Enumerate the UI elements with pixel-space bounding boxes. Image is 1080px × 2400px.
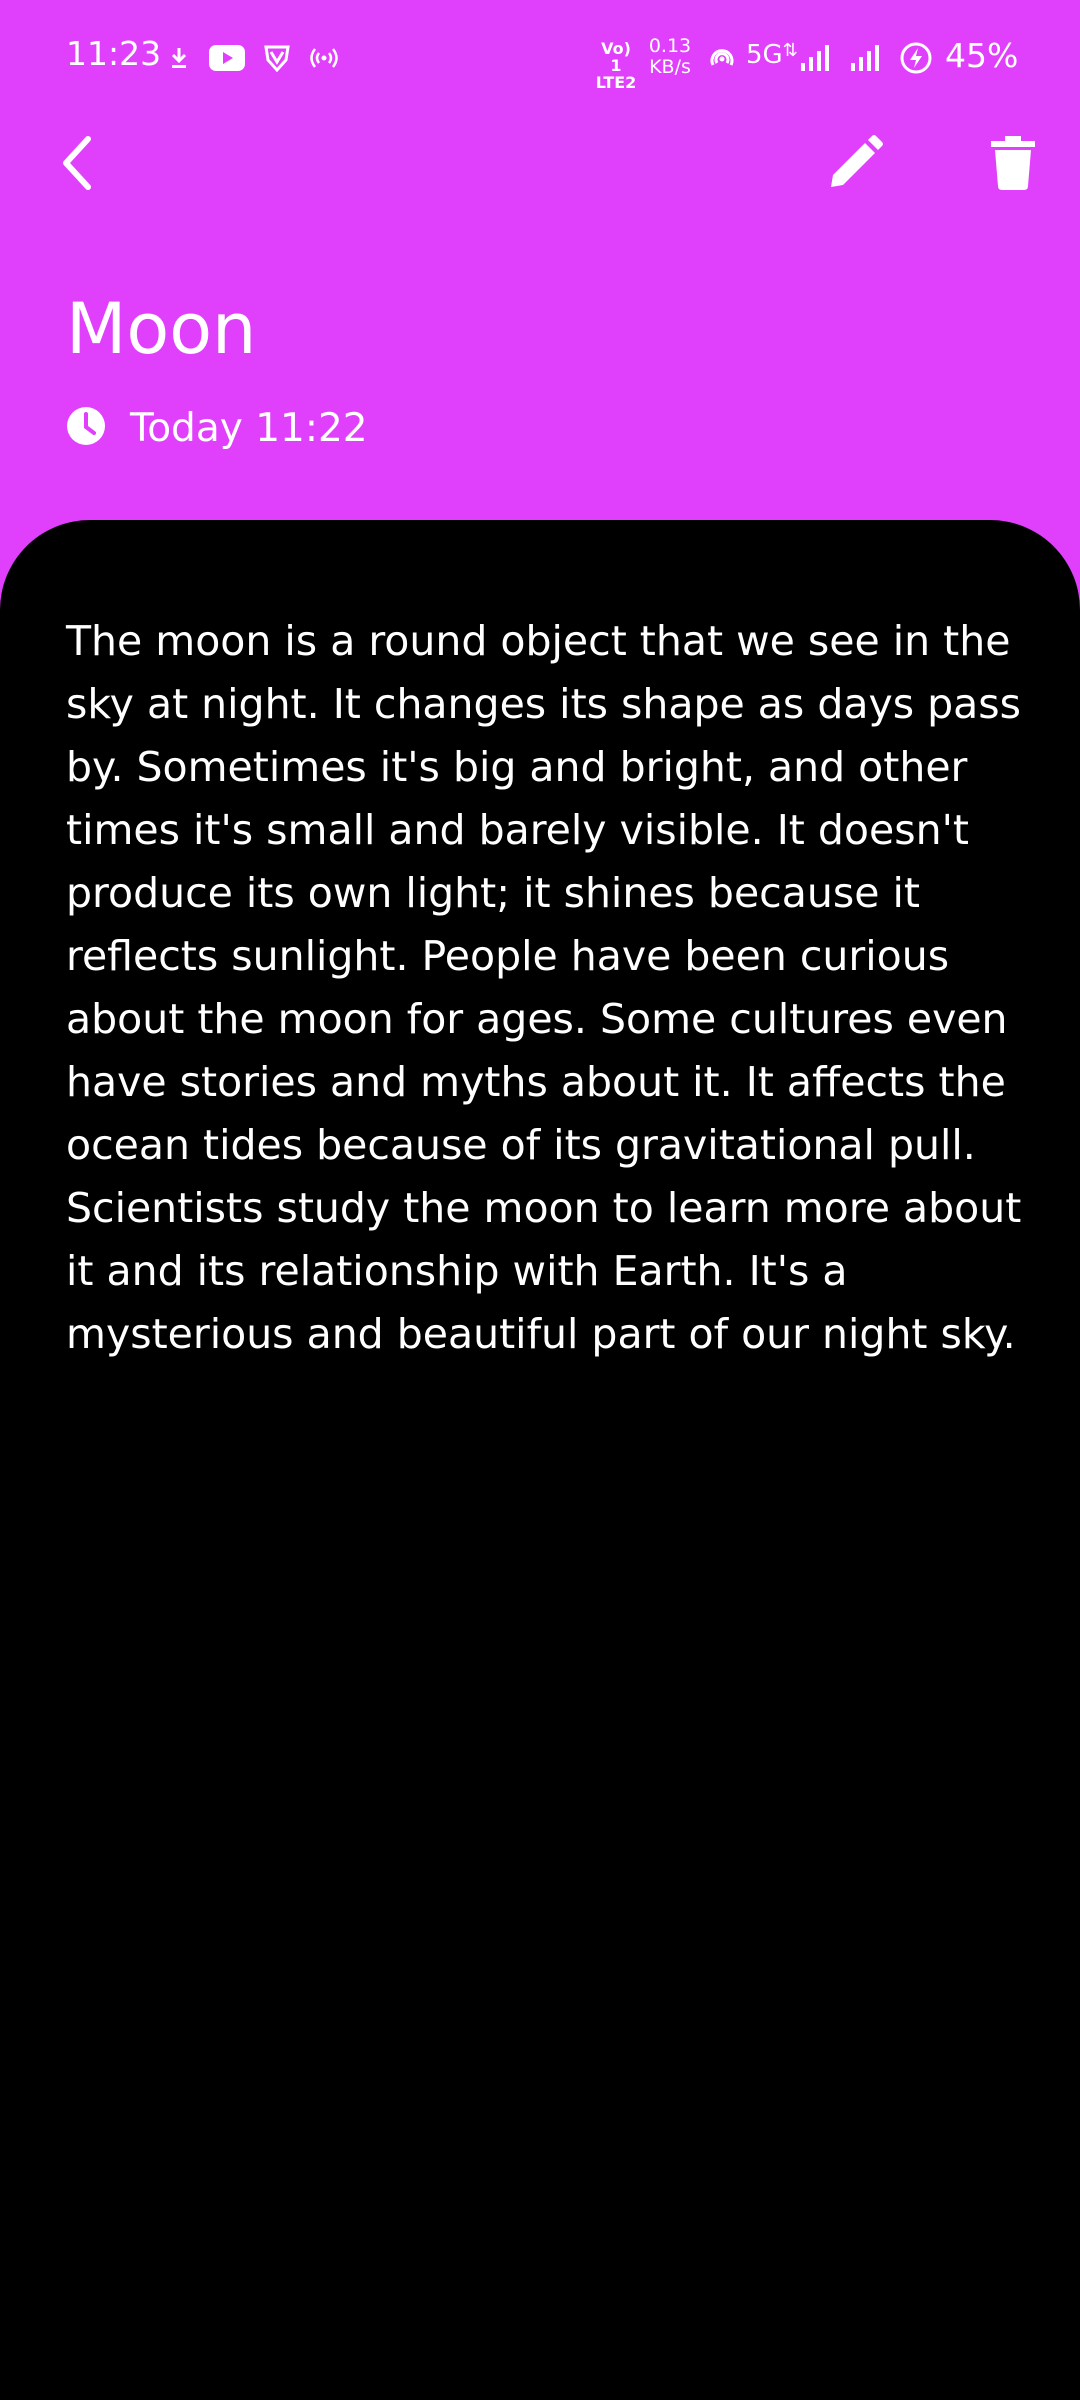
wifi-hotspot-icon — [706, 40, 738, 76]
note-body-text[interactable]: The moon is a round object that we see i… — [66, 610, 1026, 1366]
trash-icon — [991, 136, 1035, 194]
hotspot-icon — [306, 40, 342, 76]
note-date-row: Today 11:22 — [66, 400, 368, 456]
signal-bars-icon — [798, 40, 832, 76]
signal-bars-icon — [848, 40, 882, 76]
vpn-shield-icon — [262, 40, 292, 76]
network-type: 5G⇅ — [746, 40, 798, 70]
net-speed-value: 0.13 — [648, 35, 692, 57]
clock-icon — [66, 406, 106, 450]
youtube-icon — [208, 40, 246, 76]
back-button[interactable] — [36, 125, 116, 205]
status-bar: 11:23 Vo) 1 LTE2 0.13 KB/s 5G⇅ 45% — [0, 0, 1080, 112]
chevron-left-icon — [56, 135, 96, 195]
net-speed-unit: KB/s — [649, 56, 691, 78]
battery-charging-icon — [898, 40, 934, 76]
download-icon — [166, 40, 192, 76]
edit-button[interactable] — [815, 125, 895, 205]
note-title: Moon — [66, 288, 257, 370]
delete-button[interactable] — [973, 125, 1053, 205]
status-time: 11:23 — [66, 34, 162, 73]
volte-top-label: Vo) 1 — [601, 39, 631, 75]
network-type-label: 5G — [746, 40, 783, 70]
note-content-card: The moon is a round object that we see i… — [0, 520, 1080, 2400]
network-arrows-icon: ⇅ — [782, 40, 798, 61]
battery-percent: 45% — [945, 36, 1019, 75]
note-date: Today 11:22 — [130, 405, 368, 451]
pencil-icon — [827, 135, 883, 195]
volte-bottom-label: LTE2 — [595, 73, 637, 92]
net-speed: 0.13 KB/s — [648, 36, 692, 78]
volte-icon: Vo) 1 LTE2 — [594, 40, 638, 91]
